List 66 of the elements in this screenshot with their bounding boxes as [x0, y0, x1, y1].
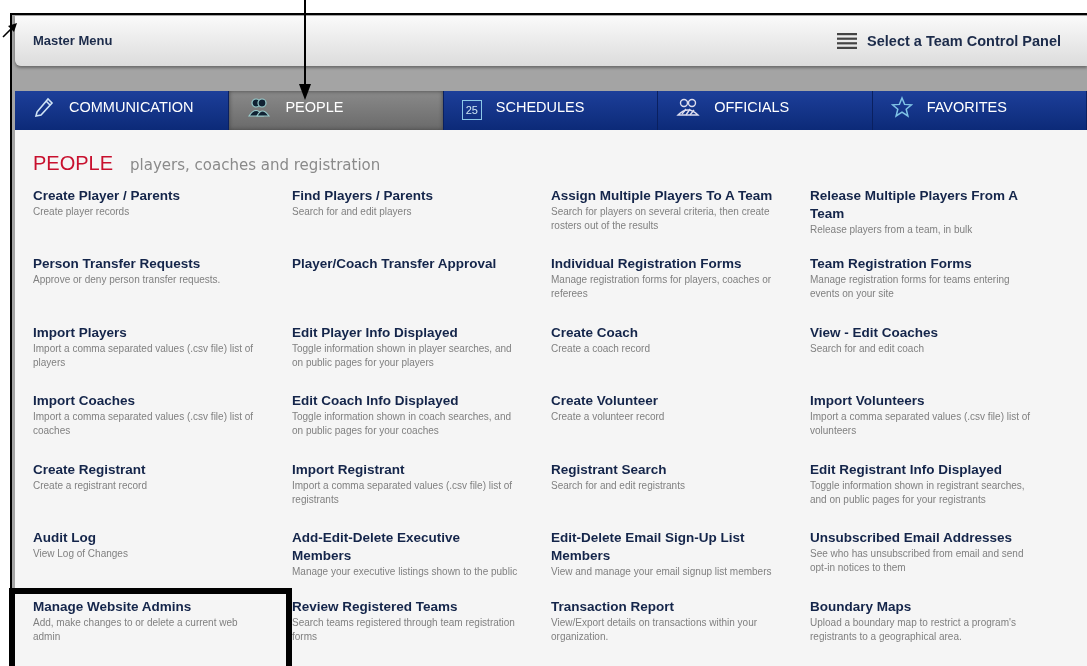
menu-link[interactable]: Create Player / Parents: [33, 186, 181, 205]
nav-tab[interactable]: PEOPLE: [229, 90, 444, 130]
menu-link[interactable]: Import Coaches: [33, 392, 136, 410]
master-menu-title[interactable]: Master Menu: [33, 33, 113, 49]
link-description: Import a comma separated values (.csv file) list of registrants: [292, 478, 514, 507]
select-team-control-panel-button[interactable]: Select a Team Control Panel: [837, 32, 1087, 49]
menu-link[interactable]: Add-Edit-Delete Executive Members: [292, 529, 523, 565]
menu-link[interactable]: Team Registration Forms: [810, 255, 972, 273]
link-description: Search for and edit registrants: [551, 478, 685, 493]
link-description: Search for and edit players: [292, 204, 412, 219]
link-description: Manage registration forms for teams entering events on your site: [810, 273, 1011, 301]
people-icon: [247, 97, 272, 118]
link-description: Upload a boundary map to restrict a program's registrants to a geographical area.: [810, 615, 1017, 644]
menu-link[interactable]: Unsubscribed Email Addresses: [810, 529, 1013, 547]
link-description: Add, make changes to or delete a current web admin: [33, 615, 239, 644]
link-description: Create a registrant record: [33, 478, 147, 493]
link-description: Search for and edit coach: [810, 341, 924, 356]
group-icon: [676, 97, 701, 118]
link-description: Manage your executive listings shown to the public: [292, 565, 518, 579]
menu-link[interactable]: Review Registered Teams: [292, 597, 458, 616]
calendar-icon: 25: [461, 100, 482, 121]
link-description: Search teams registered through team registration forms: [292, 615, 516, 644]
menu-link[interactable]: Create Registrant: [33, 460, 146, 479]
link-description: Approve or deny person transfer requests.: [33, 273, 221, 287]
link-description: Release players from a team, in bulk: [810, 222, 973, 237]
link-description: Import a comma separated values (.csv file) list of coaches: [33, 410, 255, 438]
menu-link[interactable]: Import Players: [33, 323, 127, 342]
menu-link[interactable]: Person Transfer Requests: [33, 255, 201, 273]
section-subtitle: players, coaches and registration: [130, 155, 381, 174]
menu-link[interactable]: Edit Coach Info Displayed: [292, 392, 459, 410]
link-description: Create a volunteer record: [551, 410, 665, 424]
link-description: Import a comma separated values (.csv file) list of players: [33, 341, 255, 370]
star-icon: [890, 96, 913, 119]
link-description: Toggle information shown in registrant searches, and on public pages for your registrants: [810, 478, 1026, 507]
link-description: Search for players on several criteria, then create rosters out of the results: [551, 204, 771, 233]
menu-link[interactable]: Registrant Search: [551, 460, 667, 479]
link-description: Create player records: [33, 204, 130, 219]
menu-link[interactable]: Create Volunteer: [551, 392, 659, 410]
menu-link[interactable]: Individual Registration Forms: [551, 255, 742, 273]
menu-link[interactable]: Edit Registrant Info Displayed: [810, 460, 1003, 479]
menu-link[interactable]: Edit Player Info Displayed: [292, 323, 458, 342]
menu-link[interactable]: Audit Log: [33, 529, 96, 547]
menu-link[interactable]: Find Players / Parents: [292, 186, 434, 205]
link-description: Create a coach record: [551, 341, 650, 356]
menu-link[interactable]: Transaction Report: [551, 597, 675, 616]
link-description: View Log of Changes: [33, 547, 128, 561]
menu-link[interactable]: Edit-Delete Email Sign-Up List Members: [551, 529, 782, 565]
menu-link[interactable]: Assign Multiple Players To A Team: [551, 186, 773, 205]
menu-link[interactable]: Release Multiple Players From A Team: [810, 186, 1041, 223]
menu-link[interactable]: Boundary Maps: [810, 597, 912, 616]
menu-icon: [837, 32, 858, 49]
menu-link[interactable]: Import Registrant: [292, 460, 405, 479]
link-description: Manage registration forms for players, coaches or referees: [551, 273, 773, 301]
link-description: View/Export details on transactions within your organization.: [551, 615, 759, 644]
section-title: PEOPLE: [33, 151, 114, 175]
link-description: Import a comma separated values (.csv file) list of volunteers: [810, 410, 1032, 438]
menu-link[interactable]: Import Volunteers: [810, 392, 925, 410]
link-description: Toggle information shown in player searches, and on public pages for your players: [292, 341, 513, 370]
link-description: See who has unsubscribed from email and send opt-in notices to them: [810, 547, 1025, 575]
pencil-icon: [33, 96, 55, 119]
link-description: View and manage your email signup list members: [551, 565, 772, 579]
menu-link[interactable]: View - Edit Coaches: [810, 323, 939, 342]
link-description: Toggle information shown in coach searches, and on public pages for your coaches: [292, 410, 513, 438]
menu-link[interactable]: Create Coach: [551, 323, 639, 342]
menu-link[interactable]: Manage Website Admins: [33, 597, 192, 616]
menu-link[interactable]: Player/Coach Transfer Approval: [292, 255, 497, 273]
